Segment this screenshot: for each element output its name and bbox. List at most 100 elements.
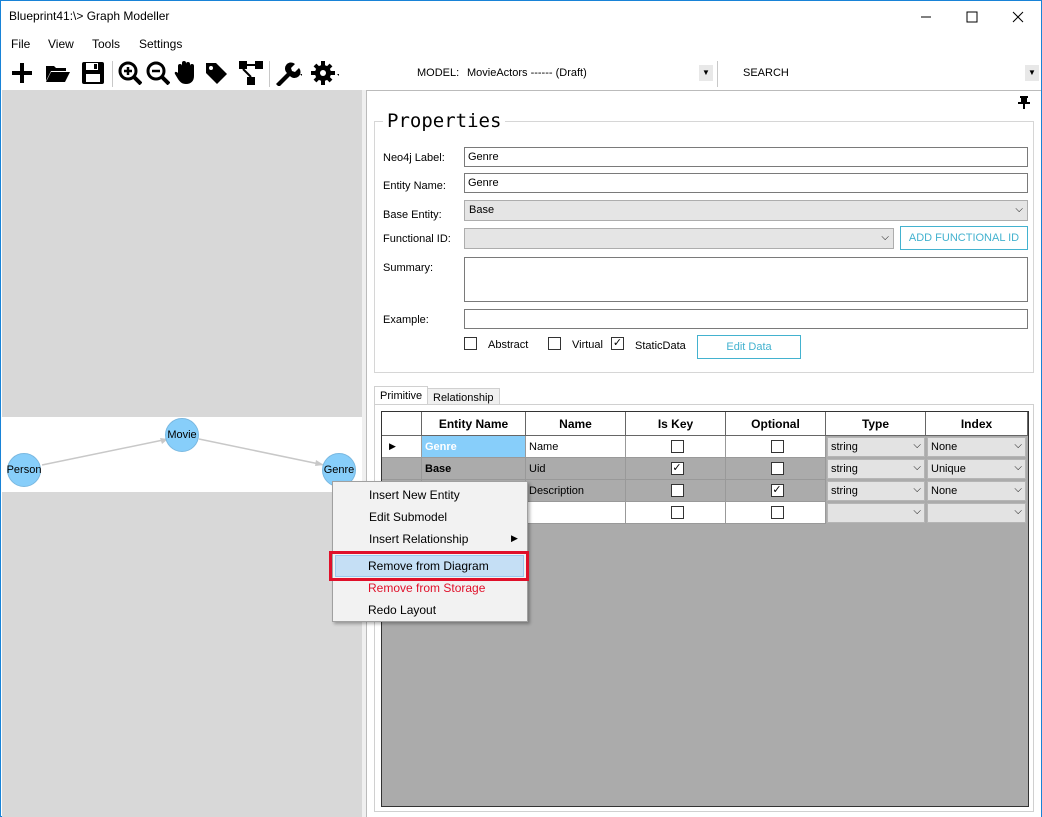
menu-settings[interactable]: Settings bbox=[139, 37, 182, 51]
hand-icon[interactable] bbox=[172, 59, 200, 87]
model-dropdown-arrow-icon[interactable]: ▼ bbox=[699, 65, 713, 81]
type-value: string bbox=[831, 463, 858, 475]
index-select[interactable]: ⌵ bbox=[927, 503, 1026, 523]
header-optional[interactable]: Optional bbox=[726, 412, 826, 436]
app-window: Blueprint41:\> Graph Modeller File View … bbox=[0, 0, 1042, 817]
cell-optional[interactable] bbox=[726, 502, 826, 524]
search-dropdown-arrow-icon[interactable]: ▼ bbox=[1025, 65, 1039, 81]
type-select[interactable]: string ⌵ bbox=[827, 459, 925, 479]
virtual-checkbox[interactable] bbox=[548, 337, 561, 350]
functional-id-select[interactable]: ⌵ bbox=[464, 228, 894, 249]
row-selector[interactable]: ▶ bbox=[382, 436, 422, 458]
summary-field[interactable] bbox=[464, 257, 1028, 302]
add-functional-id-button[interactable]: ADD FUNCTIONAL ID bbox=[900, 226, 1028, 250]
menu-edit-submodel[interactable]: Edit Submodel bbox=[369, 510, 447, 524]
cell-is-key[interactable] bbox=[626, 480, 726, 502]
window-title: Blueprint41:\> Graph Modeller bbox=[9, 9, 170, 23]
cell-name[interactable]: Description bbox=[526, 480, 626, 502]
index-value: None bbox=[931, 441, 958, 453]
is-key-checkbox[interactable] bbox=[670, 484, 684, 497]
header-entity-name[interactable]: Entity Name bbox=[422, 412, 526, 436]
pin-icon[interactable] bbox=[1017, 95, 1031, 112]
diagram-canvas[interactable]: Movie Person Genre bbox=[2, 417, 362, 492]
node-movie[interactable]: Movie bbox=[165, 418, 199, 452]
cell-optional[interactable]: ✓ bbox=[726, 480, 826, 502]
minimize-button[interactable] bbox=[903, 1, 949, 32]
menu-remove-from-diagram[interactable]: Remove from Diagram bbox=[368, 559, 489, 573]
entity-name-field[interactable]: Genre bbox=[464, 173, 1028, 193]
tab-primitive[interactable]: Primitive bbox=[374, 386, 429, 405]
node-person[interactable]: Person bbox=[7, 453, 41, 487]
header-is-key[interactable]: Is Key bbox=[626, 412, 726, 436]
header-type[interactable]: Type bbox=[826, 412, 926, 436]
cell-is-key[interactable] bbox=[626, 436, 726, 458]
toolbar: MODEL: MovieActors ------ (Draft) ▼ SEAR… bbox=[1, 57, 1041, 90]
index-select[interactable]: Unique ⌵ bbox=[927, 459, 1026, 479]
is-key-checkbox[interactable] bbox=[670, 506, 684, 519]
menu-remove-from-storage[interactable]: Remove from Storage bbox=[368, 581, 485, 595]
type-select[interactable]: ⌵ bbox=[827, 503, 925, 523]
menu-file[interactable]: File bbox=[11, 37, 30, 51]
plus-icon[interactable] bbox=[8, 59, 36, 87]
summary-label: Summary: bbox=[383, 262, 434, 274]
model-label: MODEL: bbox=[417, 67, 460, 79]
chevron-down-icon: ⌵ bbox=[1014, 484, 1022, 495]
cell-is-key[interactable] bbox=[626, 502, 726, 524]
example-field[interactable] bbox=[464, 309, 1028, 329]
zoom-in-icon[interactable] bbox=[116, 59, 144, 87]
diagram-panel[interactable]: Movie Person Genre bbox=[2, 90, 362, 817]
index-select[interactable]: None ⌵ bbox=[927, 437, 1026, 457]
base-entity-label: Base Entity: bbox=[383, 209, 442, 221]
search-label[interactable]: SEARCH bbox=[743, 67, 789, 79]
optional-checkbox[interactable]: ✓ bbox=[770, 484, 784, 497]
menu-view[interactable]: View bbox=[48, 37, 74, 51]
optional-checkbox[interactable] bbox=[770, 462, 784, 475]
type-select[interactable]: string ⌵ bbox=[827, 437, 925, 457]
chevron-down-icon: ⌵ bbox=[1014, 462, 1022, 473]
header-index[interactable]: Index bbox=[926, 412, 1028, 436]
tab-relationship[interactable]: Relationship bbox=[427, 388, 500, 405]
staticdata-label: StaticData bbox=[635, 340, 686, 352]
row-selector[interactable] bbox=[382, 458, 422, 480]
header-name[interactable]: Name bbox=[526, 412, 626, 436]
folder-open-icon[interactable] bbox=[44, 59, 72, 87]
menu-redo-layout[interactable]: Redo Layout bbox=[368, 603, 436, 617]
maximize-button[interactable] bbox=[949, 1, 995, 32]
optional-checkbox[interactable] bbox=[770, 440, 784, 453]
submenu-arrow-icon: ▶ bbox=[511, 533, 518, 543]
cell-optional[interactable] bbox=[726, 436, 826, 458]
tag-icon[interactable] bbox=[202, 59, 230, 87]
menu-tools[interactable]: Tools bbox=[92, 37, 120, 51]
cell-name[interactable] bbox=[526, 502, 626, 524]
chevron-down-icon: ⌵ bbox=[1014, 440, 1022, 451]
neo4j-label-field[interactable]: Genre bbox=[464, 147, 1028, 167]
type-select[interactable]: string ⌵ bbox=[827, 481, 925, 501]
toolbar-separator bbox=[112, 61, 113, 87]
gear-icon[interactable] bbox=[311, 59, 339, 87]
cell-entity-name[interactable]: Base bbox=[422, 458, 526, 480]
model-select[interactable]: MovieActors ------ (Draft) bbox=[467, 67, 587, 79]
base-entity-select[interactable]: Base ⌵ bbox=[464, 200, 1028, 221]
zoom-out-icon[interactable] bbox=[144, 59, 172, 87]
close-button[interactable] bbox=[995, 1, 1041, 32]
hierarchy-icon[interactable] bbox=[237, 59, 265, 87]
abstract-checkbox[interactable] bbox=[464, 337, 477, 350]
staticdata-checkbox[interactable]: ✓ bbox=[611, 337, 624, 350]
cell-optional[interactable] bbox=[726, 458, 826, 480]
cell-entity-name[interactable]: Genre bbox=[422, 436, 526, 458]
is-key-checkbox[interactable] bbox=[670, 440, 684, 453]
title-bar: Blueprint41:\> Graph Modeller bbox=[1, 1, 1041, 32]
menu-insert-new-entity[interactable]: Insert New Entity bbox=[369, 488, 460, 502]
cell-name[interactable]: Name bbox=[526, 436, 626, 458]
close-icon bbox=[1012, 11, 1024, 22]
is-key-checkbox[interactable]: ✓ bbox=[670, 462, 684, 475]
neo4j-label-label: Neo4j Label: bbox=[383, 152, 445, 164]
wrench-icon[interactable] bbox=[274, 59, 302, 87]
menu-insert-relationship[interactable]: Insert Relationship bbox=[369, 532, 468, 546]
cell-is-key[interactable]: ✓ bbox=[626, 458, 726, 480]
optional-checkbox[interactable] bbox=[770, 506, 784, 519]
save-icon[interactable] bbox=[79, 59, 107, 87]
cell-name[interactable]: Uid bbox=[526, 458, 626, 480]
edit-data-button[interactable]: Edit Data bbox=[697, 335, 801, 359]
index-select[interactable]: None ⌵ bbox=[927, 481, 1026, 501]
